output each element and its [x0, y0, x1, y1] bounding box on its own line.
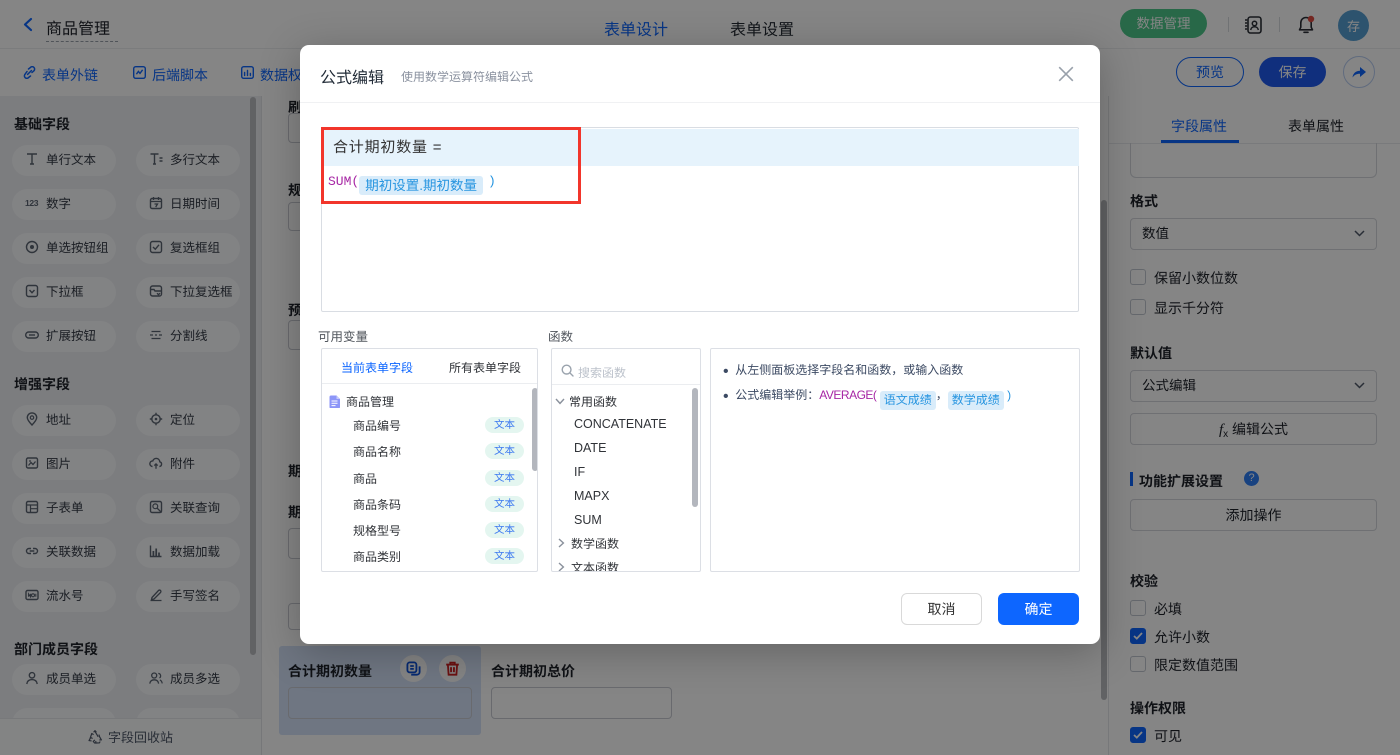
svg-text:123: 123	[25, 198, 39, 208]
